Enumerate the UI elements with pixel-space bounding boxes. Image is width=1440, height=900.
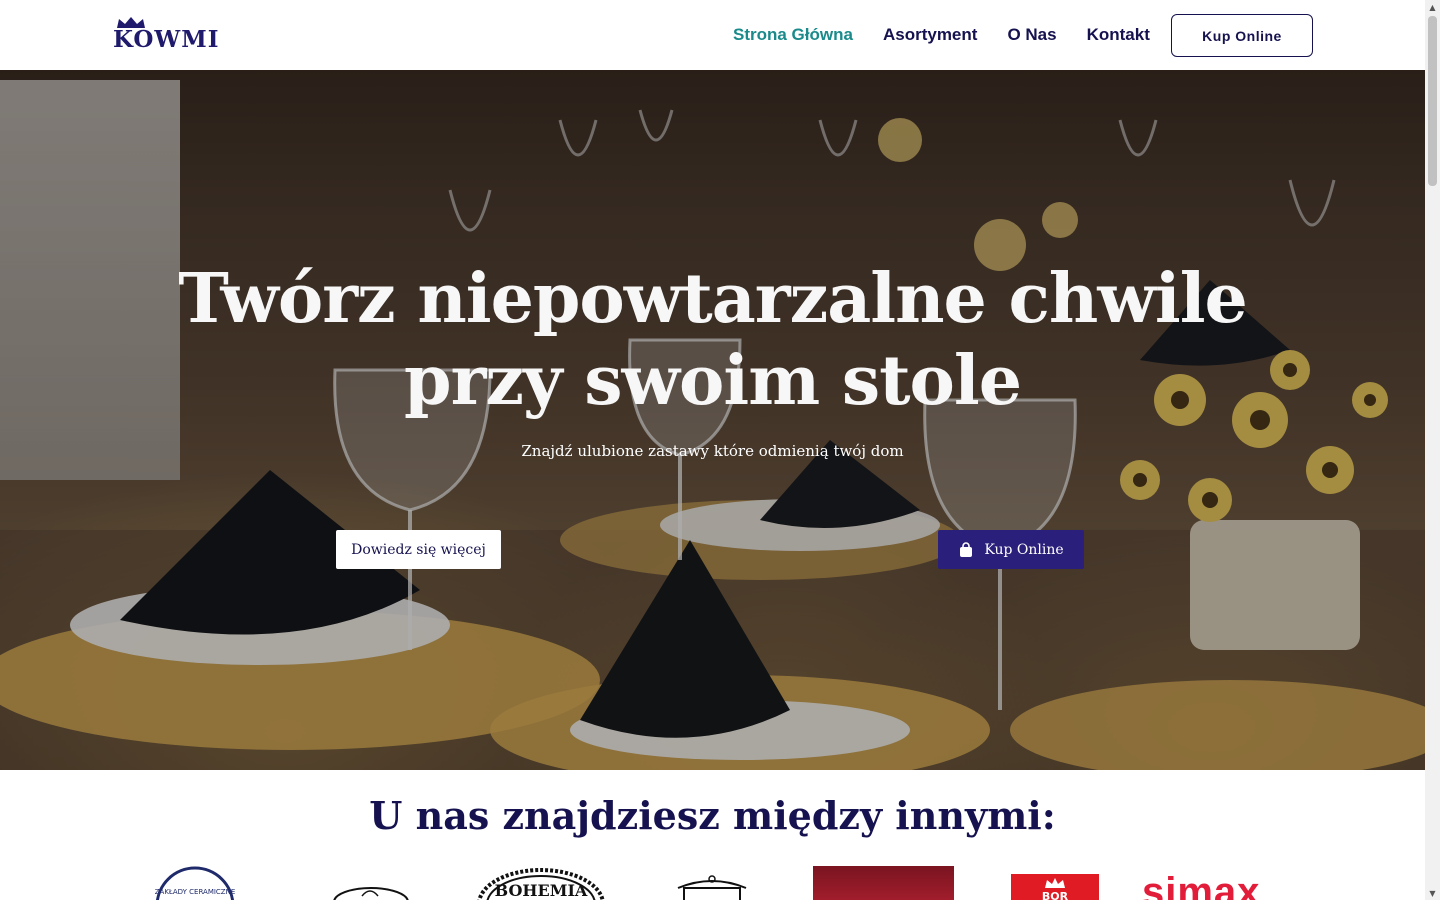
buy-online-header-button[interactable]: Kup Online — [1171, 14, 1313, 57]
nav-item-assortment[interactable]: Asortyment — [883, 25, 977, 45]
nav-item-contact[interactable]: Kontakt — [1087, 25, 1150, 45]
royal-crown-red-logo[interactable]: BOR — [1011, 874, 1099, 900]
buy-online-hero-button[interactable]: Kup Online — [938, 530, 1084, 569]
buy-online-hero-label: Kup Online — [984, 541, 1064, 558]
brands-title: U nas znajdziesz między innymi: — [369, 793, 1056, 838]
zaklady-ceramiczne-logo-mark: ZAKŁADY CERAMICZNE — [155, 866, 236, 900]
red-panel-logo[interactable] — [813, 866, 954, 900]
scroll-up-arrow-icon[interactable]: ▲ — [1425, 0, 1440, 14]
page-scrollbar[interactable]: ▲ ▼ — [1425, 0, 1440, 900]
simax-logo[interactable]: simax — [1142, 866, 1312, 900]
porcelain-script-mark — [333, 887, 409, 900]
hero-title: Twórz niepowtarzalne chwile przy swoim s… — [0, 258, 1425, 422]
pot-icon — [677, 875, 747, 900]
learn-more-button[interactable]: Dowiedz się więcej — [336, 530, 501, 569]
site-header: KOWMI Strona Główna Asortyment O Nas Kon… — [0, 0, 1425, 70]
hero-subtitle: Znajdź ulubione zastawy które odmienią t… — [521, 442, 904, 460]
bohemia-logo-text: BOHEMIA — [495, 881, 588, 900]
nav-item-home[interactable]: Strona Główna — [733, 25, 853, 45]
royal-crown-logo-text: BOR — [1042, 890, 1069, 900]
bohemia-logo-mark: BOHEMIA — [477, 868, 605, 900]
shopping-bag-icon — [960, 541, 973, 557]
logo-text: KOWMI — [113, 26, 220, 53]
zaklady-ceramiczne-logo-text: ZAKŁADY CERAMICZNE — [155, 888, 236, 896]
scrollbar-thumb[interactable] — [1428, 16, 1437, 186]
porcelain-script-logo[interactable] — [332, 866, 410, 900]
hero-title-line-2: przy swoim stole — [404, 341, 1022, 421]
royal-crown-icon: BOR — [1042, 878, 1069, 900]
cookware-pot-logo[interactable] — [670, 866, 754, 900]
scroll-down-arrow-icon[interactable]: ▼ — [1425, 886, 1440, 900]
bohemia-logo[interactable]: BOHEMIA — [476, 866, 606, 900]
zaklady-ceramiczne-logo[interactable]: ZAKŁADY CERAMICZNE — [150, 866, 240, 900]
nav-item-about[interactable]: O Nas — [1007, 25, 1056, 45]
simax-logo-text: simax — [1142, 870, 1261, 900]
hero-section: Twórz niepowtarzalne chwile przy swoim s… — [0, 70, 1425, 770]
hero-title-line-1: Twórz niepowtarzalne chwile — [178, 259, 1248, 339]
main-nav: Strona Główna Asortyment O Nas Kontakt — [733, 0, 1180, 70]
kowmi-logo[interactable]: KOWMI — [113, 16, 253, 53]
